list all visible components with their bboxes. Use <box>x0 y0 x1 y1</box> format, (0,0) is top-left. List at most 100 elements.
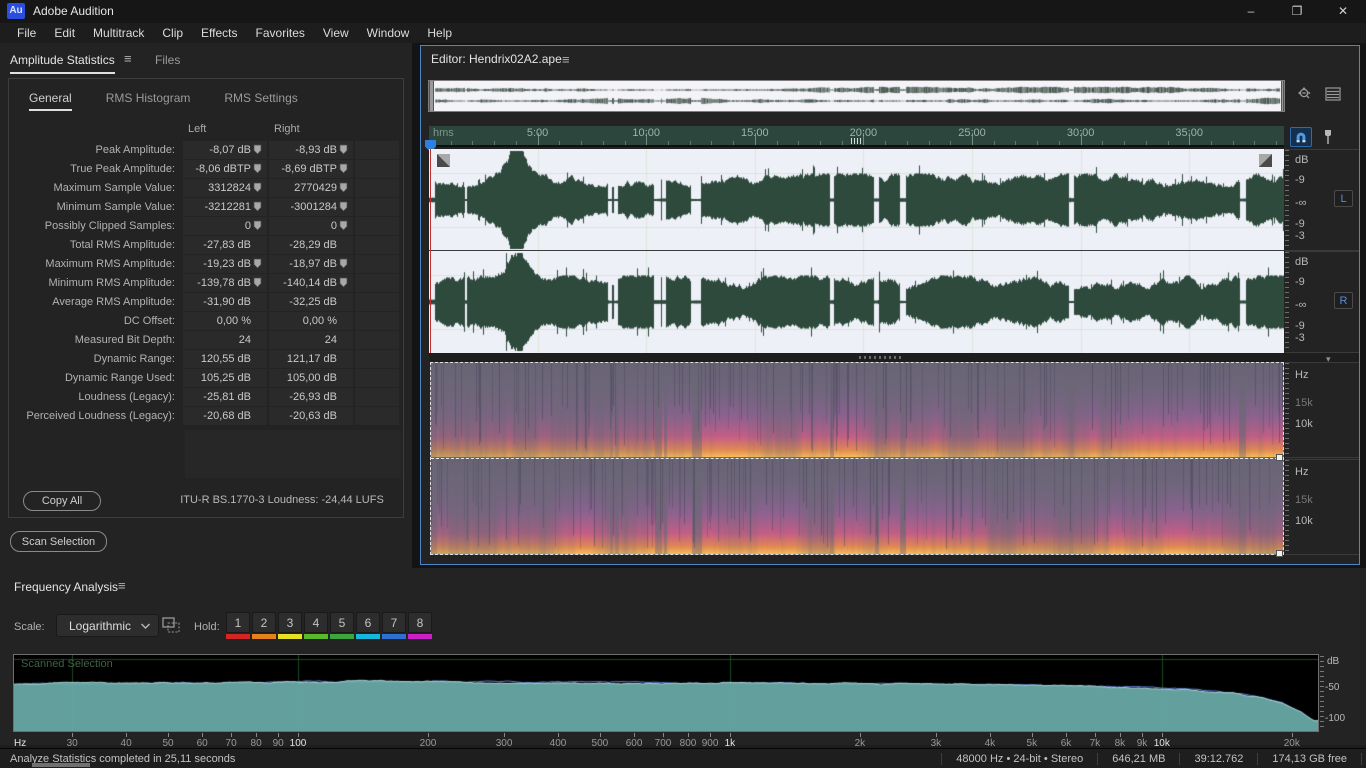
editor-panel-menu-icon[interactable]: ≡ <box>562 52 570 67</box>
cue-marker[interactable] <box>857 138 858 144</box>
marker-pin-icon[interactable] <box>253 163 264 175</box>
selection-handle-top-left[interactable] <box>437 154 450 167</box>
marker-pin-icon[interactable] <box>339 144 350 156</box>
x-tick <box>256 733 258 737</box>
marker-tool-icon[interactable] <box>1319 127 1337 147</box>
hold-button-1[interactable]: 1 <box>226 612 250 639</box>
hold-button-2[interactable]: 2 <box>252 612 276 639</box>
panel-menu-icon[interactable]: ≡ <box>124 51 132 66</box>
tab-frequency-analysis[interactable]: Frequency Analysis <box>14 578 118 599</box>
hold-button-8[interactable]: 8 <box>408 612 432 639</box>
zoom-navigate-icon[interactable] <box>1295 84 1315 104</box>
cue-marker[interactable] <box>854 138 855 144</box>
table-row: Loudness (Legacy): -25,81 dB -26,93 dB <box>15 388 399 406</box>
copy-graph-icon[interactable] <box>160 615 182 635</box>
marker-pin-icon[interactable] <box>253 201 264 213</box>
cue-marker[interactable] <box>851 138 852 144</box>
tab-files[interactable]: Files <box>155 51 180 72</box>
marker-pin-icon[interactable] <box>253 277 264 289</box>
tab-amplitude-statistics[interactable]: Amplitude Statistics <box>10 51 115 74</box>
frequency-panel-menu-icon[interactable]: ≡ <box>118 578 126 593</box>
subtab-rms-settings[interactable]: RMS Settings <box>224 91 297 109</box>
ruler-minor-tick <box>581 141 582 145</box>
stat-cell-empty <box>355 369 399 387</box>
channel-badge-r[interactable]: R <box>1334 292 1353 309</box>
marker-pin-icon[interactable] <box>339 220 350 232</box>
hold-button-6[interactable]: 6 <box>356 612 380 639</box>
snap-magnet-icon[interactable] <box>1290 127 1312 147</box>
selection-handle-bottom-right[interactable] <box>1276 550 1283 557</box>
stat-label: True Peak Amplitude: <box>70 163 175 175</box>
waveform-left-channel[interactable] <box>429 149 1284 251</box>
scale-tick-label: 10k <box>1295 515 1313 527</box>
tab-editor-file[interactable]: Editor: Hendrix02A2.ape <box>431 52 562 66</box>
menu-effects[interactable]: Effects <box>192 23 246 43</box>
scale-dropdown[interactable]: Logarithmic <box>56 614 159 637</box>
progress-strip <box>32 763 90 767</box>
timeline-ruler[interactable]: hms 5:00 10:00 15:00 20:00 25:00 30:00 35:00 <box>429 126 1284 147</box>
splitter-grip[interactable] <box>859 356 903 359</box>
stat-cell-empty <box>355 407 399 425</box>
waveform-right-channel[interactable] <box>429 251 1284 353</box>
hold-color-swatch <box>252 634 276 639</box>
marker-pin-icon[interactable] <box>253 182 264 194</box>
minimize-button[interactable]: – <box>1228 0 1274 23</box>
marker-pin-icon[interactable] <box>339 182 350 194</box>
frequency-scale-right: Hz 15k 10k <box>1285 459 1359 555</box>
menu-clip[interactable]: Clip <box>153 23 192 43</box>
waveform-display[interactable] <box>429 149 1284 353</box>
selection-handle-top-right[interactable] <box>1259 154 1272 167</box>
menu-view[interactable]: View <box>314 23 358 43</box>
frequency-graph[interactable]: Scanned Selection <box>13 654 1319 732</box>
menu-help[interactable]: Help <box>418 23 461 43</box>
subtab-general[interactable]: General <box>29 91 72 111</box>
hold-button-5[interactable]: 5 <box>330 612 354 639</box>
marker-pin-icon <box>339 391 350 403</box>
hold-color-swatch <box>304 634 328 639</box>
view-splitter[interactable] <box>429 353 1359 362</box>
marker-pin-icon[interactable] <box>253 258 264 270</box>
menu-edit[interactable]: Edit <box>45 23 84 43</box>
overview-right-handle[interactable] <box>1281 81 1284 111</box>
menu-multitrack[interactable]: Multitrack <box>84 23 153 43</box>
subtab-rms-histogram[interactable]: RMS Histogram <box>106 91 191 109</box>
ruler-minor-tick <box>689 141 691 145</box>
marker-pin-icon[interactable] <box>339 277 350 289</box>
ruler-label: 5:00 <box>526 127 549 139</box>
overview-left-handle[interactable] <box>429 81 434 111</box>
spectrogram-display[interactable] <box>430 362 1284 555</box>
copy-all-button[interactable]: Copy All <box>23 491 101 511</box>
overview-waveform-canvas[interactable] <box>429 81 1284 111</box>
ruler-label: 15:00 <box>741 127 769 139</box>
hold-button-4[interactable]: 4 <box>304 612 328 639</box>
hold-button-3[interactable]: 3 <box>278 612 302 639</box>
amplitude-scale-right: dB -9 -∞ -9 -3 R <box>1285 251 1359 353</box>
close-button[interactable]: ✕ <box>1320 0 1366 23</box>
marker-pin-icon[interactable] <box>253 144 264 156</box>
menu-favorites[interactable]: Favorites <box>247 23 314 43</box>
ruler-minor-tick <box>450 141 452 145</box>
maximize-button[interactable]: ❐ <box>1274 0 1320 23</box>
scan-selection-button[interactable]: Scan Selection <box>10 531 107 552</box>
menu-file[interactable]: File <box>8 23 45 43</box>
marker-pin-icon[interactable] <box>253 220 264 232</box>
selection-handle-right-middle[interactable] <box>1276 454 1283 461</box>
scale-tick-label: -∞ <box>1295 197 1307 209</box>
overview-navigator[interactable] <box>428 80 1285 112</box>
marker-pin-icon[interactable] <box>339 258 350 270</box>
statistics-group: General RMS Histogram RMS Settings Left Ri… <box>8 78 404 518</box>
editor-view-list-icon[interactable] <box>1323 84 1343 104</box>
cue-marker[interactable] <box>860 138 861 144</box>
marker-pin-icon[interactable] <box>339 163 350 175</box>
channel-badge-l[interactable]: L <box>1334 190 1353 207</box>
marker-pin-icon[interactable] <box>339 201 350 213</box>
x-tick <box>710 733 712 737</box>
hold-button-7[interactable]: 7 <box>382 612 406 639</box>
spectrogram-right-channel[interactable] <box>431 459 1283 554</box>
status-bar: Analyze Statistics completed in 25,11 se… <box>0 748 1366 768</box>
hold-label: Hold: <box>194 621 220 633</box>
menu-window[interactable]: Window <box>358 23 419 43</box>
spectrogram-left-channel[interactable] <box>431 363 1283 457</box>
stat-value-right: 2770429 <box>269 179 353 197</box>
frequency-graph-canvas[interactable] <box>14 655 1318 731</box>
